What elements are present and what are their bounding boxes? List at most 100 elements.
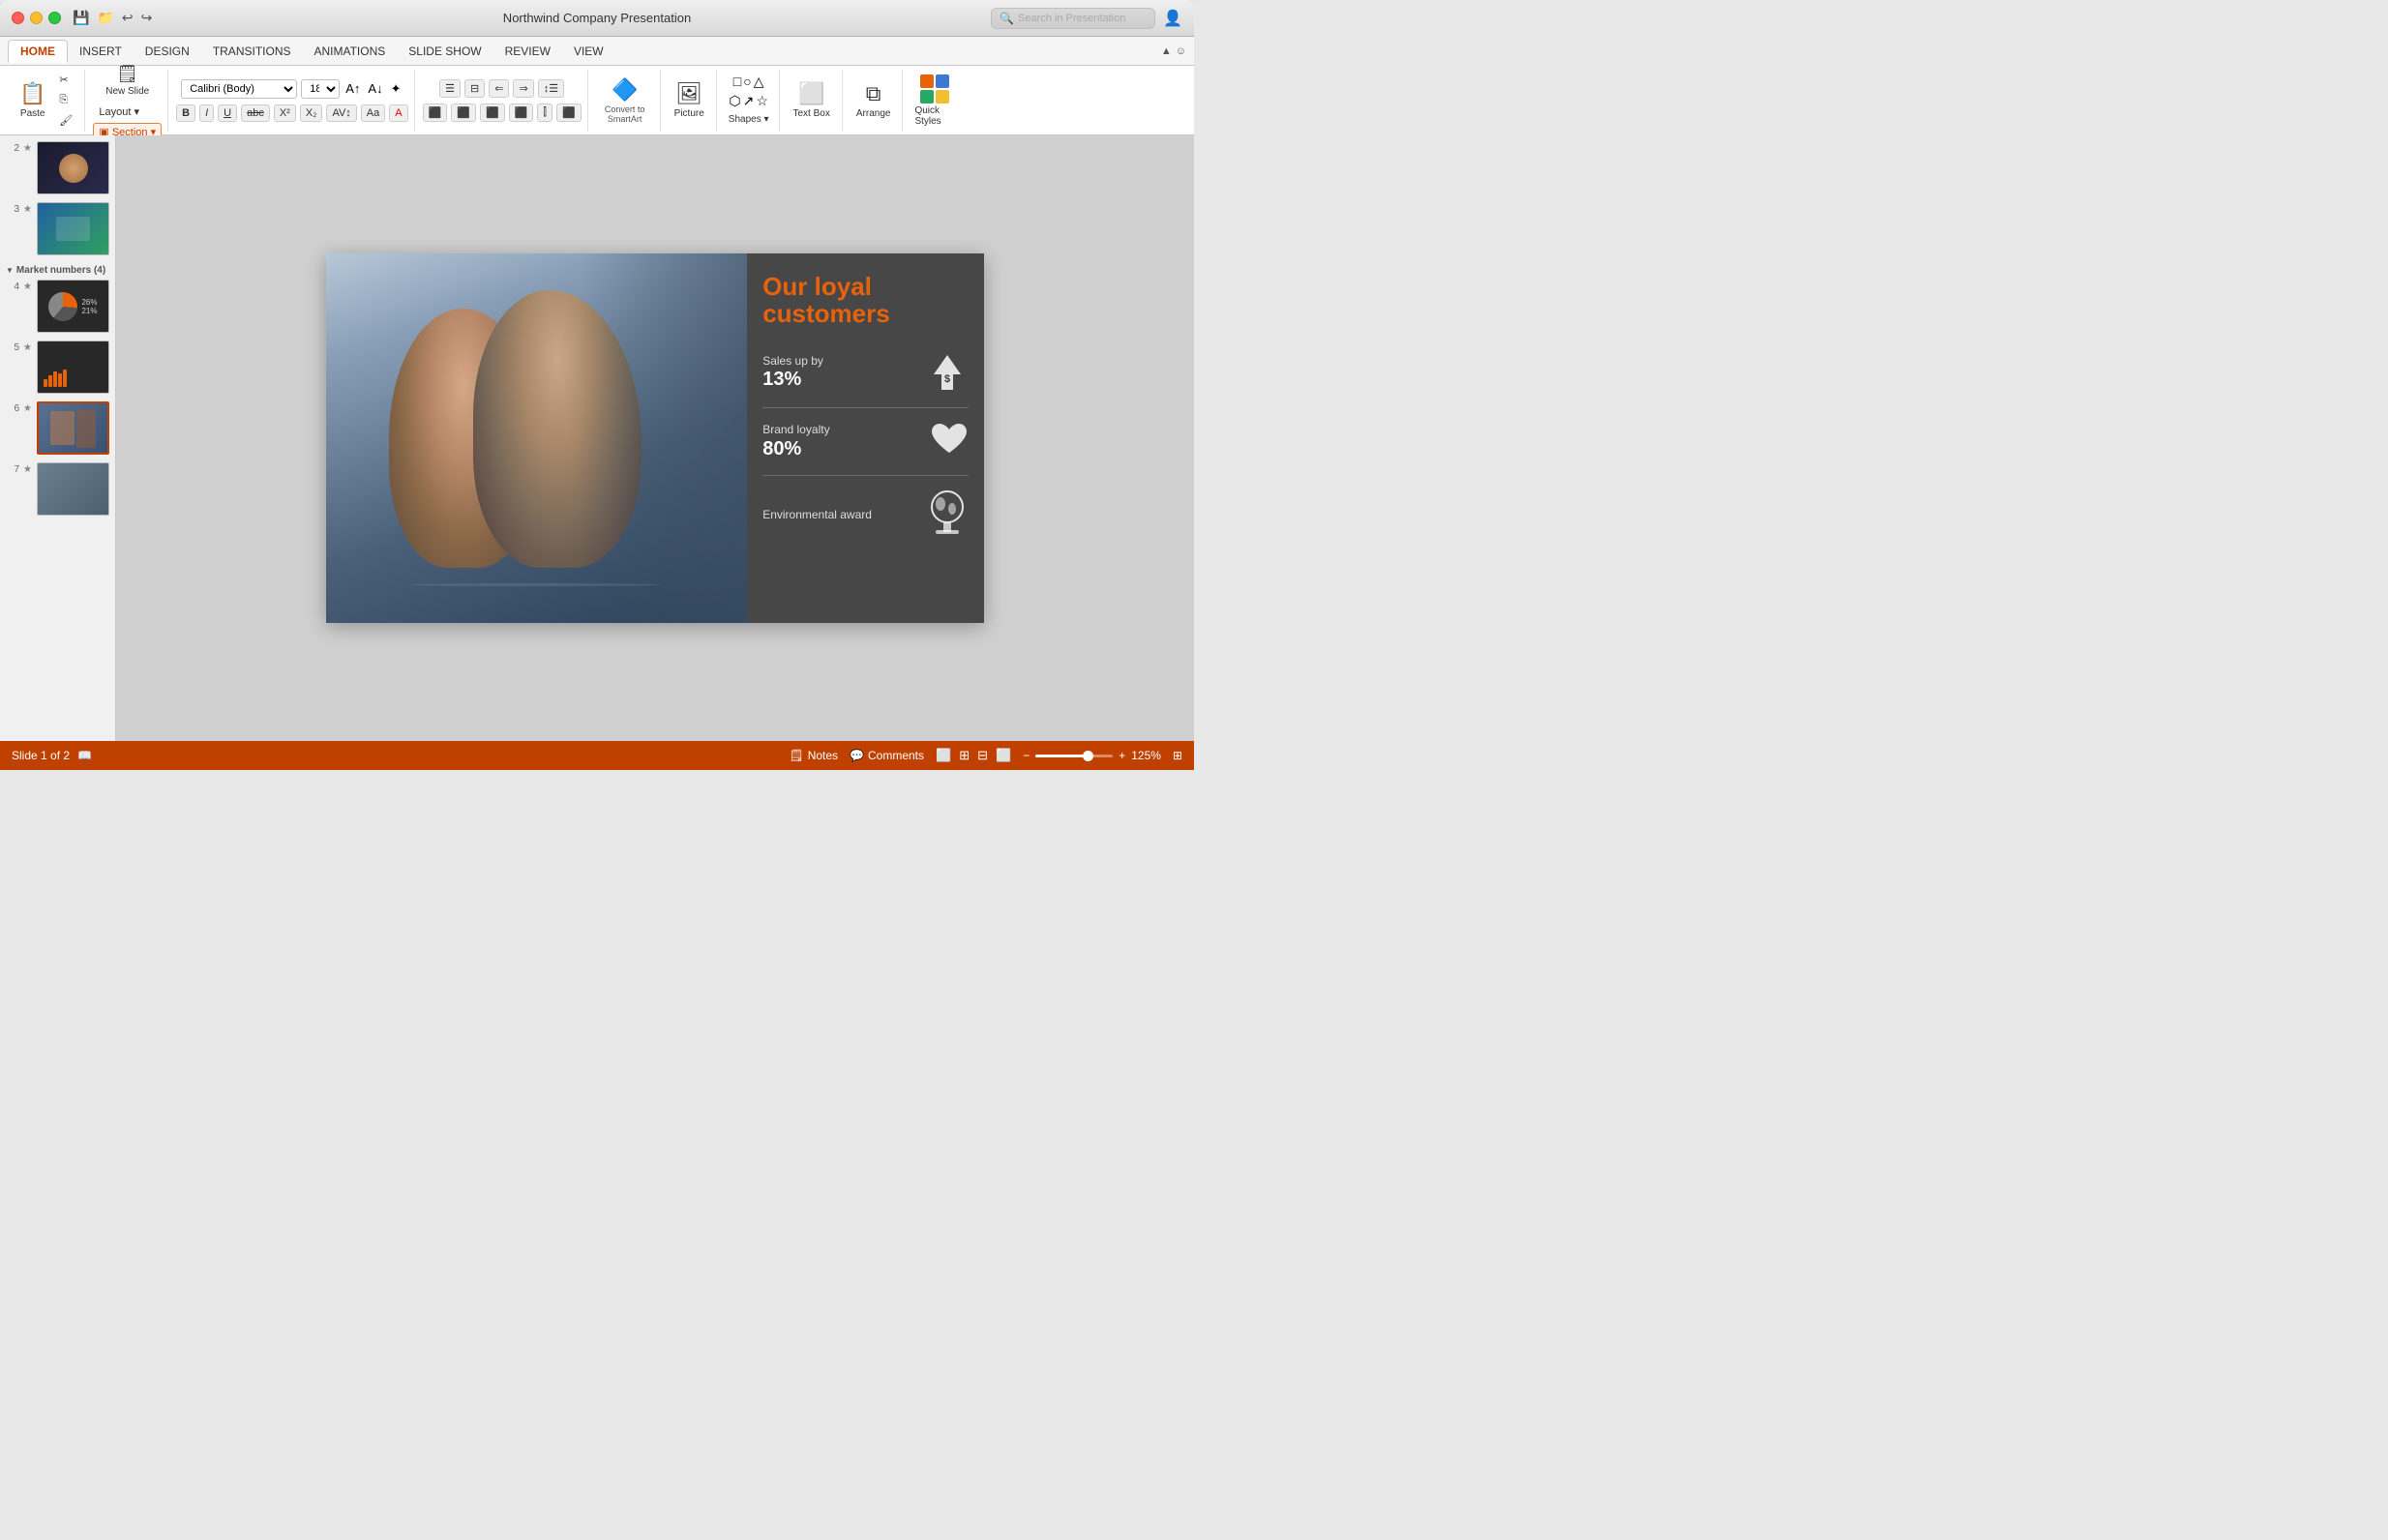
align-center-button[interactable]: ⬛: [451, 104, 476, 122]
underline-button[interactable]: U: [218, 104, 237, 122]
clear-format-button[interactable]: ✦: [389, 79, 403, 99]
ribbon-toolbar: 📋 Paste ✂ ⎘ 🖌 🗒 New Slide Layout ▾ ▣ Sec…: [0, 66, 1194, 135]
line-spacing-button[interactable]: ↕☰: [538, 79, 564, 98]
maximize-button[interactable]: [48, 12, 61, 24]
increase-indent-button[interactable]: ⇒: [513, 79, 533, 98]
fit-slide-icon[interactable]: ⊞: [1173, 749, 1182, 762]
layout-button[interactable]: Layout ▾: [93, 103, 162, 121]
slide-thumb-6[interactable]: [37, 401, 109, 455]
cut-button[interactable]: ✂: [53, 71, 78, 89]
tab-insert[interactable]: INSERT: [68, 41, 134, 62]
columns-button[interactable]: ⫿: [537, 104, 552, 122]
award-icon: [926, 489, 969, 541]
search-bar[interactable]: 🔍 Search in Presentation: [991, 8, 1155, 29]
tab-design[interactable]: DESIGN: [134, 41, 201, 62]
outline-view-icon[interactable]: ⊟: [977, 748, 988, 763]
paste-button[interactable]: 📋 Paste: [14, 77, 51, 123]
slide-sorter-icon[interactable]: ⊞: [959, 748, 970, 763]
zoom-slider[interactable]: [1035, 755, 1113, 757]
tab-slideshow[interactable]: SLIDE SHOW: [397, 41, 493, 62]
slide-item-3[interactable]: 3 ★: [4, 200, 111, 257]
zoom-in-icon[interactable]: +: [1119, 749, 1125, 762]
new-slide-button[interactable]: 🗒 New Slide: [100, 60, 155, 101]
font-color-button[interactable]: A: [389, 104, 407, 122]
slide-info: Slide 1 of 2: [12, 749, 70, 762]
textbox-button[interactable]: ⬜ Text Box: [788, 79, 836, 121]
align-left-button[interactable]: ⬛: [423, 104, 448, 122]
ribbon-collapse-icons[interactable]: ▲☺: [1161, 45, 1186, 57]
zoom-out-icon[interactable]: −: [1023, 749, 1030, 762]
slide-panel[interactable]: 2 ★ 3 ★ ▼ Market numbers (4) 4: [0, 135, 116, 741]
font-name-selector[interactable]: Calibri (Body): [181, 79, 297, 99]
decrease-font-button[interactable]: A↓: [366, 79, 384, 98]
zoom-controls: − + 125%: [1023, 749, 1161, 762]
italic-button[interactable]: I: [199, 104, 214, 122]
quick-styles-button[interactable]: Quick Styles: [910, 73, 959, 129]
char-spacing-button[interactable]: AV↕: [326, 104, 356, 122]
bold-button[interactable]: B: [176, 104, 195, 122]
notes-label: Notes: [808, 749, 838, 762]
copy-button[interactable]: ⎘: [53, 91, 78, 109]
slide-stats: Sales up by 13% $: [762, 351, 969, 541]
slide-thumb-7[interactable]: [37, 462, 109, 516]
tab-review[interactable]: REVIEW: [493, 41, 562, 62]
shapes-dropdown-button[interactable]: Shapes ▾: [725, 112, 773, 127]
account-icon[interactable]: 👤: [1163, 9, 1182, 28]
slide-item-7[interactable]: 7 ★: [4, 460, 111, 518]
strikethrough-button[interactable]: abc: [241, 104, 270, 122]
clipboard-group: 📋 Paste ✂ ⎘ 🖌: [8, 70, 85, 132]
stat-row-sales: Sales up by 13% $: [762, 351, 969, 394]
slide-thumb-3[interactable]: [37, 202, 109, 255]
font-size-selector[interactable]: 18: [301, 79, 340, 99]
close-button[interactable]: [12, 12, 24, 24]
slide-item-4[interactable]: 4 ★ 26%21%: [4, 278, 111, 335]
slide-item-6[interactable]: 6 ★: [4, 400, 111, 457]
superscript-button[interactable]: X²: [274, 104, 296, 122]
quick-styles-group: Quick Styles: [905, 70, 965, 132]
notes-button[interactable]: 🗒 Notes: [789, 749, 838, 762]
reading-view-icon[interactable]: ⬜: [996, 748, 1011, 763]
tab-transitions[interactable]: TRANSITIONS: [201, 41, 303, 62]
justify-button[interactable]: ⬛: [509, 104, 534, 122]
normal-view-icon[interactable]: ⬜: [936, 748, 951, 763]
slide-thumb-2[interactable]: [37, 141, 109, 194]
align-right-button[interactable]: ⬛: [480, 104, 505, 122]
decrease-indent-button[interactable]: ⇐: [489, 79, 509, 98]
slide-item-2[interactable]: 2 ★: [4, 139, 111, 196]
slide-photo-area: [326, 253, 747, 624]
loyalty-icon: [930, 422, 969, 461]
undo-icon[interactable]: ↩: [122, 10, 134, 26]
loyalty-label: Brand loyalty: [762, 423, 829, 436]
text-direction-button[interactable]: ⬛: [556, 104, 582, 122]
save-icon[interactable]: 💾: [73, 10, 89, 26]
textbox-group: ⬜ Text Box: [782, 70, 843, 132]
increase-font-button[interactable]: A↑: [343, 79, 362, 98]
tab-home[interactable]: HOME: [8, 40, 68, 63]
comments-icon: 💬: [850, 749, 864, 762]
sales-icon: $: [926, 351, 969, 394]
view-icons: ⬜ ⊞ ⊟ ⬜: [936, 748, 1011, 763]
convert-smartart-button[interactable]: 🔷 Convert to SmartArt: [596, 75, 654, 126]
subscript-button[interactable]: X₂: [300, 104, 323, 122]
picture-button[interactable]: 🖼 Picture: [669, 79, 710, 121]
numbering-button[interactable]: ⊟: [464, 79, 485, 98]
slide-item-5[interactable]: 5 ★: [4, 339, 111, 396]
svg-text:$: $: [944, 373, 950, 385]
redo-icon[interactable]: ↪: [141, 10, 153, 26]
comments-button[interactable]: 💬 Comments: [850, 749, 924, 762]
font-group: Calibri (Body) 18 A↑ A↓ ✦ B I U abc X² X…: [170, 70, 415, 132]
bullets-button[interactable]: ☰: [439, 79, 461, 98]
status-left: Slide 1 of 2 📖: [12, 749, 92, 762]
arrange-button[interactable]: ⧉ Arrange: [851, 79, 897, 121]
format-painter-button[interactable]: 🖌: [53, 111, 78, 130]
sales-label: Sales up by: [762, 354, 823, 368]
slide-area[interactable]: Our loyal customers Sales up by 13%: [116, 135, 1194, 741]
tab-view[interactable]: VIEW: [562, 41, 615, 62]
tab-animations[interactable]: ANIMATIONS: [302, 41, 397, 62]
minimize-button[interactable]: [30, 12, 43, 24]
open-icon[interactable]: 📁: [97, 10, 113, 26]
slide-thumb-5[interactable]: [37, 341, 109, 394]
change-case-button[interactable]: Aa: [361, 104, 385, 122]
slide-thumb-4[interactable]: 26%21%: [37, 280, 109, 333]
section-header[interactable]: ▼ Market numbers (4): [4, 261, 111, 278]
